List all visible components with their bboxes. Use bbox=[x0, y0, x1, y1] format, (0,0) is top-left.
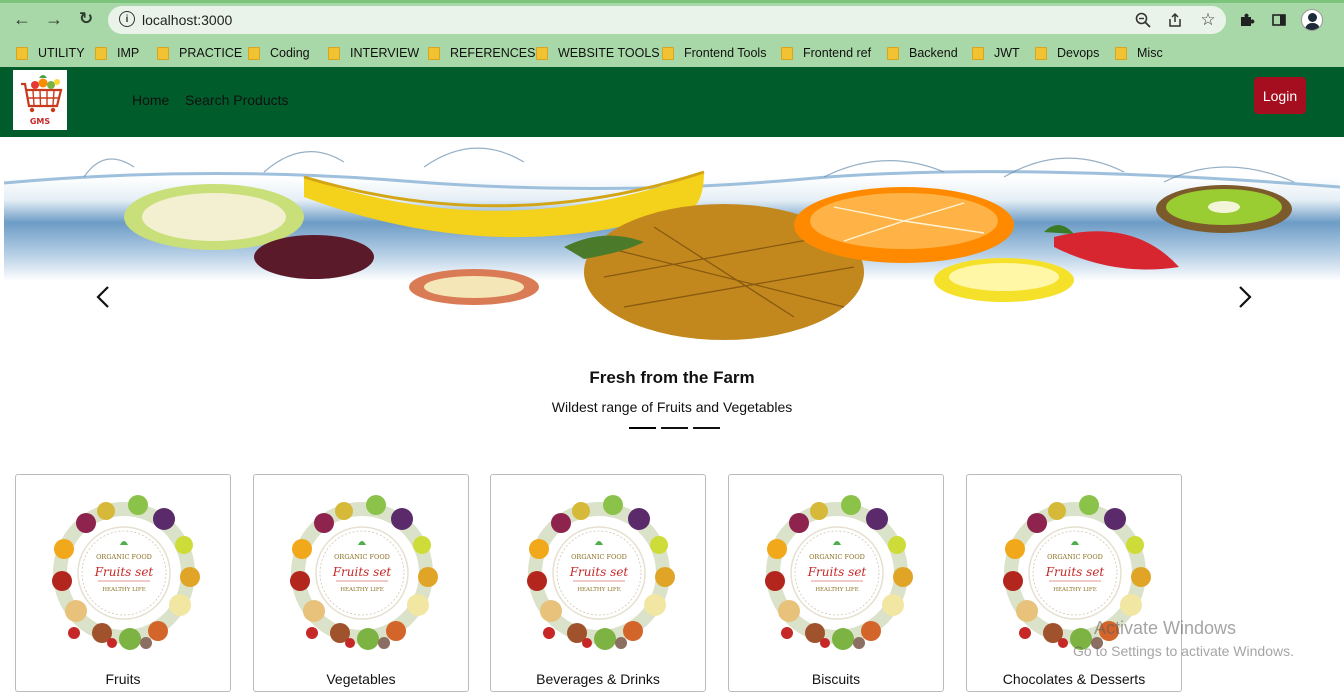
bookmark-folder[interactable]: Backend bbox=[887, 44, 958, 62]
image-text-top: ORGANIC FOOD bbox=[809, 553, 865, 561]
folder-icon bbox=[16, 46, 28, 60]
category-card[interactable]: ORGANIC FOOD Fruits set HEALTHY LIFE Bis… bbox=[728, 474, 944, 692]
category-label: Chocolates & Desserts bbox=[1002, 671, 1146, 687]
login-button[interactable]: Login bbox=[1254, 77, 1306, 114]
fruits-set-image: ORGANIC FOOD Fruits set HEALTHY LIFE bbox=[527, 495, 675, 650]
image-text-bottom: HEALTHY LIFE bbox=[340, 587, 384, 593]
reload-icon[interactable]: ↻ bbox=[75, 8, 97, 30]
bookmark-folder[interactable]: WEBSITE TOOLS bbox=[536, 44, 660, 62]
fruits-set-image: ORGANIC FOOD Fruits set HEALTHY LIFE bbox=[290, 495, 438, 650]
folder-icon bbox=[328, 46, 340, 60]
image-text-top: ORGANIC FOOD bbox=[334, 553, 390, 561]
folder-icon bbox=[1115, 46, 1127, 60]
side-panel-icon[interactable] bbox=[1268, 9, 1290, 31]
category-card[interactable]: ORGANIC FOOD Fruits set HEALTHY LIFE Bev… bbox=[490, 474, 706, 692]
image-text-top: ORGANIC FOOD bbox=[1047, 553, 1103, 561]
image-text-top: ORGANIC FOOD bbox=[571, 553, 627, 561]
image-text-top: ORGANIC FOOD bbox=[96, 553, 152, 561]
folder-icon bbox=[248, 46, 260, 60]
image-text-bottom: HEALTHY LIFE bbox=[1053, 587, 1097, 593]
bookmark-folder[interactable]: Frontend ref bbox=[781, 44, 871, 62]
fruits-splash-image bbox=[4, 137, 1340, 347]
category-card[interactable]: ORGANIC FOOD Fruits set HEALTHY LIFE Fru… bbox=[15, 474, 231, 692]
url-text: localhost:3000 bbox=[142, 12, 233, 28]
bookmark-folder[interactable]: Coding bbox=[248, 44, 310, 62]
category-label: Vegetables bbox=[326, 671, 396, 687]
image-text-main: Fruits set bbox=[94, 565, 154, 579]
category-label: Beverages & Drinks bbox=[536, 671, 660, 687]
folder-icon bbox=[887, 46, 899, 60]
folder-icon bbox=[157, 46, 169, 60]
nav-link-search-products[interactable]: Search Products bbox=[185, 92, 289, 108]
profile-avatar[interactable] bbox=[1301, 9, 1323, 31]
carousel-caption-subtitle: Wildest range of Fruits and Vegetables bbox=[551, 399, 793, 415]
logo-text: GMS bbox=[30, 117, 51, 126]
nav-link-home[interactable]: Home bbox=[132, 92, 169, 108]
image-text-bottom: HEALTHY LIFE bbox=[815, 587, 859, 593]
image-text-main: Fruits set bbox=[569, 565, 629, 579]
category-label: Fruits bbox=[105, 671, 141, 687]
category-label: Biscuits bbox=[811, 671, 861, 687]
windows-activation-hint: Go to Settings to activate Windows. bbox=[1073, 643, 1294, 659]
image-text-main: Fruits set bbox=[807, 565, 867, 579]
bookmark-folder[interactable]: Devops bbox=[1035, 44, 1099, 62]
windows-activation-title: Activate Windows bbox=[1094, 618, 1237, 638]
bookmark-folder[interactable]: JWT bbox=[972, 44, 1020, 62]
brand-logo[interactable]: GMS bbox=[13, 70, 67, 130]
zoom-icon[interactable] bbox=[1133, 10, 1153, 30]
carousel-caption-title: Fresh from the Farm bbox=[589, 368, 755, 387]
carousel-indicator[interactable] bbox=[693, 427, 720, 429]
share-icon[interactable] bbox=[1165, 10, 1185, 30]
category-card[interactable]: ORGANIC FOOD Fruits set HEALTHY LIFE Veg… bbox=[253, 474, 469, 692]
fruits-set-image: ORGANIC FOOD Fruits set HEALTHY LIFE bbox=[52, 495, 200, 650]
hero-carousel bbox=[4, 137, 1340, 437]
folder-icon bbox=[95, 46, 107, 60]
carousel-prev-icon[interactable] bbox=[92, 285, 116, 309]
image-text-bottom: HEALTHY LIFE bbox=[102, 587, 146, 593]
address-bar[interactable]: i localhost:3000 ☆ bbox=[108, 6, 1226, 34]
folder-icon bbox=[781, 46, 793, 60]
folder-icon bbox=[428, 46, 440, 60]
basket-icon bbox=[21, 75, 63, 113]
extensions-puzzle-icon[interactable] bbox=[1236, 9, 1258, 31]
carousel-indicators bbox=[629, 427, 720, 429]
folder-icon bbox=[972, 46, 984, 60]
back-arrow-icon[interactable]: ← bbox=[11, 8, 33, 30]
browser-chrome: ← → ↻ i localhost:3000 ☆ UTILITY IMP PRA… bbox=[0, 0, 1344, 67]
category-card[interactable]: ORGANIC FOOD Fruits set HEALTHY LIFE Cho… bbox=[966, 474, 1182, 692]
app-navbar: GMS Home Search Products Login bbox=[0, 67, 1344, 137]
bookmark-star-icon[interactable]: ☆ bbox=[1198, 10, 1218, 30]
bookmarks-bar: UTILITY IMP PRACTICE Coding INTERVIEW RE… bbox=[0, 39, 1344, 65]
bookmark-folder[interactable]: UTILITY bbox=[16, 44, 85, 62]
carousel-next-icon[interactable] bbox=[1232, 285, 1256, 309]
forward-arrow-icon[interactable]: → bbox=[43, 8, 65, 30]
folder-icon bbox=[536, 46, 548, 60]
image-text-bottom: HEALTHY LIFE bbox=[577, 587, 621, 593]
fruits-set-image: ORGANIC FOOD Fruits set HEALTHY LIFE bbox=[765, 495, 913, 650]
bookmark-folder[interactable]: INTERVIEW bbox=[328, 44, 419, 62]
bookmark-folder[interactable]: Misc bbox=[1115, 44, 1163, 62]
folder-icon bbox=[1035, 46, 1047, 60]
carousel-indicator[interactable] bbox=[629, 427, 656, 429]
bookmark-folder[interactable]: PRACTICE bbox=[157, 44, 242, 62]
image-text-main: Fruits set bbox=[332, 565, 392, 579]
bookmark-folder[interactable]: IMP bbox=[95, 44, 139, 62]
folder-icon bbox=[662, 46, 674, 60]
carousel-indicator[interactable] bbox=[661, 427, 688, 429]
bookmark-folder[interactable]: REFERENCES bbox=[428, 44, 535, 62]
bookmark-folder[interactable]: Frontend Tools bbox=[662, 44, 766, 62]
site-info-icon[interactable]: i bbox=[119, 11, 135, 27]
image-text-main: Fruits set bbox=[1045, 565, 1105, 579]
